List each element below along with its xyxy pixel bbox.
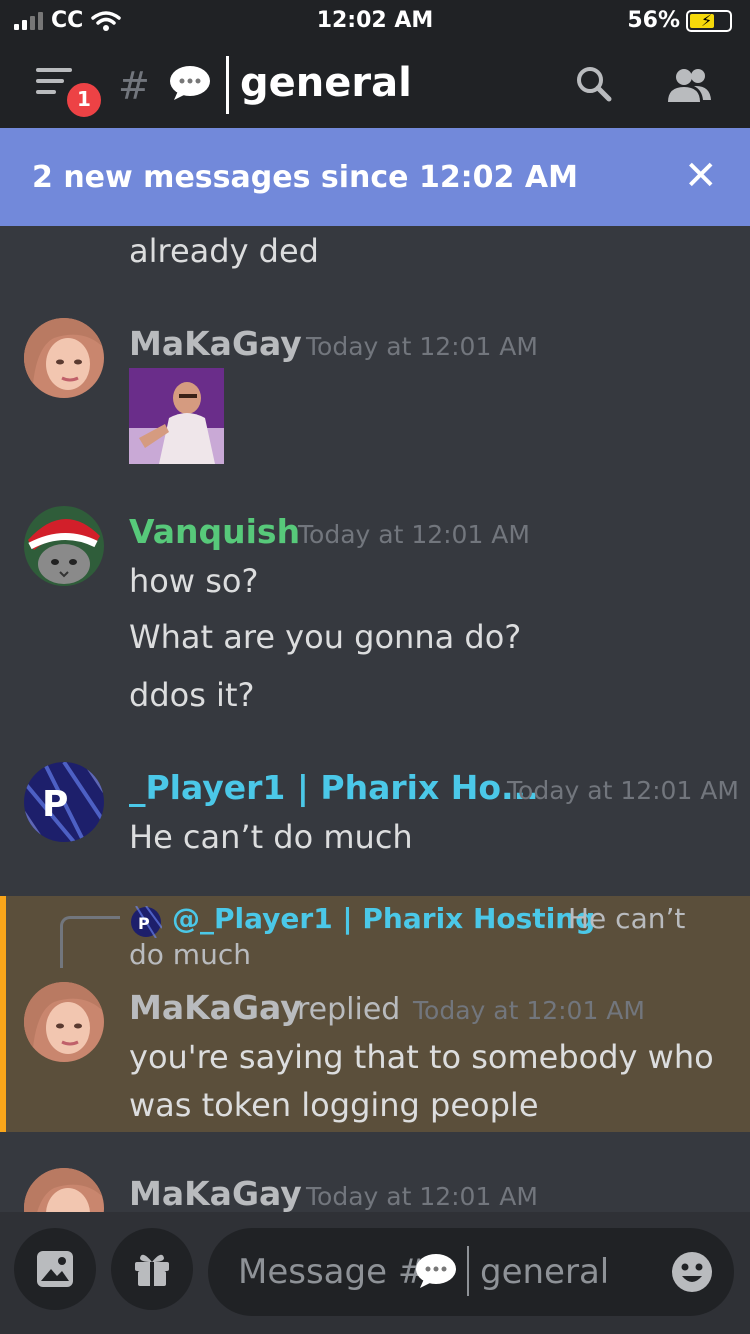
reply-message-highlight[interactable]: P @_Player1 | Pharix Hosting He can’t do… <box>0 896 750 1132</box>
message-text: ddos it? <box>129 676 255 714</box>
author-name[interactable]: Vanquish <box>129 512 300 551</box>
replied-label: replied <box>297 992 401 1027</box>
members-icon[interactable] <box>664 66 714 106</box>
reply-avatar: P <box>131 906 162 938</box>
channel-divider <box>467 1246 469 1296</box>
battery-group: 56% ⚡ <box>627 8 732 33</box>
avatar[interactable] <box>24 982 104 1062</box>
mention-accent-bar <box>0 896 6 1132</box>
svg-text:P: P <box>42 784 68 825</box>
composer-bar: Message # general <box>0 1212 750 1334</box>
message-text: was token logging people <box>129 1086 539 1124</box>
speech-bubble-emoji <box>170 66 210 100</box>
message-placeholder-channel: general <box>480 1252 610 1292</box>
avatar[interactable]: P <box>24 762 104 842</box>
image-icon <box>37 1251 73 1287</box>
author-name[interactable]: MaKaGay <box>129 324 302 363</box>
close-icon[interactable]: ✕ <box>684 156 718 196</box>
locked-hash-icon: # <box>118 64 150 108</box>
timestamp: Today at 12:01 AM <box>413 996 645 1025</box>
timestamp: Today at 12:01 AM <box>306 332 538 361</box>
status-bar: CC 12:02 AM 56% ⚡ <box>0 0 750 42</box>
avatar[interactable] <box>24 506 104 586</box>
gift-button[interactable] <box>111 1228 193 1310</box>
speech-bubble-emoji <box>416 1254 456 1288</box>
image-attachment[interactable] <box>129 368 224 464</box>
svg-text:P: P <box>138 914 150 933</box>
author-name[interactable]: MaKaGay <box>129 988 302 1027</box>
reply-preview-continued: do much <box>129 938 251 971</box>
timestamp: Today at 12:01 AM <box>306 1182 538 1211</box>
timestamp: Today at 12:01 AM <box>507 776 739 805</box>
message-input[interactable]: Message # general <box>208 1228 734 1316</box>
new-messages-banner[interactable]: 2 new messages since 12:02 AM ✕ <box>0 128 750 226</box>
message-placeholder: Message # <box>238 1252 427 1292</box>
emoji-icon[interactable] <box>670 1250 714 1294</box>
message-text: already ded <box>129 232 319 270</box>
search-icon[interactable] <box>574 64 614 104</box>
battery-percent: 56% <box>627 8 680 33</box>
gift-icon <box>135 1254 169 1286</box>
message-text: He can’t do much <box>129 818 413 856</box>
attach-image-button[interactable] <box>14 1228 96 1310</box>
timestamp: Today at 12:01 AM <box>298 520 530 549</box>
message-text: What are you gonna do? <box>129 618 522 656</box>
notification-badge: 1 <box>64 80 104 120</box>
reply-spine-icon <box>60 916 120 968</box>
author-name[interactable]: MaKaGay <box>129 1174 302 1212</box>
avatar[interactable] <box>24 1168 104 1212</box>
reply-mention[interactable]: @_Player1 | Pharix Hosting <box>172 902 595 935</box>
new-messages-text: 2 new messages since 12:02 AM <box>32 160 578 195</box>
channel-divider <box>226 56 229 114</box>
channel-header: 1 # general <box>0 44 750 128</box>
reply-preview: He can’t <box>568 902 686 935</box>
author-name[interactable]: _Player1 | Pharix Ho... <box>129 768 539 807</box>
top-bar: CC 12:02 AM 56% ⚡ 1 # general <box>0 0 750 128</box>
message-text: how so? <box>129 562 259 600</box>
battery-icon: ⚡ <box>686 9 732 32</box>
message-text: you're saying that to somebody who <box>129 1038 714 1076</box>
channel-title: general <box>240 60 412 106</box>
avatar[interactable] <box>24 318 104 398</box>
message-list[interactable]: already ded MaKaGay Today at 12:01 AM Va… <box>0 226 750 1212</box>
